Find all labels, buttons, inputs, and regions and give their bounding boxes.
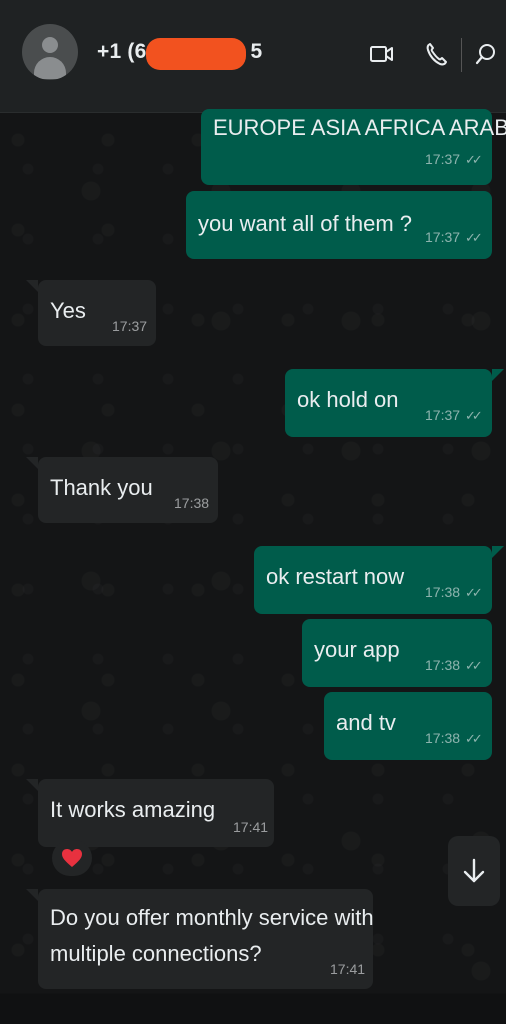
read-receipt-icon: ✓✓	[465, 731, 483, 746]
message-time: 17:41	[330, 961, 366, 977]
message-text: you want all of them ?	[198, 211, 413, 236]
video-call-icon[interactable]	[368, 38, 396, 70]
message-bubble-outgoing[interactable]: EUROPE ASIA AFRICA ARABE 17:37 ✓✓	[201, 109, 506, 185]
bubble-tail	[492, 369, 504, 381]
message-time: 17:38	[425, 657, 461, 673]
message-text: It works amazing	[50, 797, 216, 822]
contact-name-suffix: 5	[250, 40, 263, 63]
message-time: 17:38	[174, 495, 210, 511]
message-bubble-incoming[interactable]: Thank you 17:38	[38, 457, 218, 523]
read-receipt-icon: ✓✓	[465, 230, 483, 245]
chat-screen: +1 (6 5 EUROPE ASIA AFRICA ARABE 17:37 ✓…	[0, 0, 506, 1024]
message-text: ok hold on	[297, 387, 399, 412]
bubble-tail	[26, 457, 38, 469]
avatar-head-icon	[42, 37, 58, 53]
contact-name-prefix: +1 (6	[97, 40, 147, 63]
header-divider	[461, 38, 462, 72]
message-time: 17:37	[425, 151, 461, 167]
message-bubble-outgoing[interactable]: you want all of them ? 17:37 ✓✓	[186, 191, 492, 259]
message-text: your app	[314, 637, 400, 662]
bubble-tail	[26, 779, 38, 791]
search-icon[interactable]	[472, 38, 500, 70]
avatar-body-icon	[34, 57, 66, 79]
message-text-line-2: multiple connections?	[50, 941, 262, 966]
message-time: 17:38	[425, 730, 461, 746]
read-receipt-icon: ✓✓	[465, 408, 483, 423]
message-bubble-outgoing[interactable]: ok restart now 17:38 ✓✓	[254, 546, 492, 614]
chat-header: +1 (6 5	[0, 0, 506, 113]
message-time: 17:41	[233, 819, 269, 835]
message-text: Thank you	[50, 475, 153, 500]
message-text: EUROPE ASIA AFRICA ARABE	[213, 115, 506, 140]
message-bubble-incoming[interactable]: Yes 17:37	[38, 280, 156, 346]
voice-call-icon[interactable]	[422, 38, 450, 70]
bubble-tail	[492, 546, 504, 558]
message-bubble-outgoing[interactable]: ok hold on 17:37 ✓✓	[285, 369, 492, 437]
heart-icon	[62, 849, 82, 867]
arrow-down-icon	[463, 858, 485, 883]
read-receipt-icon: ✓✓	[465, 585, 483, 600]
bubble-tail	[26, 280, 38, 292]
message-time: 17:37	[425, 229, 461, 245]
message-text: ok restart now	[266, 564, 405, 589]
message-text: Yes	[50, 298, 86, 323]
heart-reaction[interactable]	[52, 840, 92, 876]
redaction-mark	[146, 38, 246, 70]
message-text: and tv	[336, 710, 396, 735]
read-receipt-icon: ✓✓	[465, 658, 483, 673]
message-bubble-outgoing[interactable]: your app 17:38 ✓✓	[302, 619, 492, 687]
bottom-bar	[0, 994, 506, 1024]
scroll-to-bottom-button[interactable]	[448, 836, 500, 906]
message-bubble-outgoing[interactable]: and tv 17:38 ✓✓	[324, 692, 492, 760]
message-time: 17:38	[425, 584, 461, 600]
message-time: 17:37	[112, 318, 148, 334]
read-receipt-icon: ✓✓	[465, 152, 483, 167]
message-text-line-1: Do you offer monthly service with	[50, 905, 374, 930]
avatar[interactable]	[22, 24, 78, 80]
bubble-tail	[26, 889, 38, 901]
message-bubble-incoming[interactable]: It works amazing 17:41	[38, 779, 274, 847]
message-time: 17:37	[425, 407, 461, 423]
message-bubble-incoming[interactable]: Do you offer monthly service with multip…	[38, 889, 374, 989]
